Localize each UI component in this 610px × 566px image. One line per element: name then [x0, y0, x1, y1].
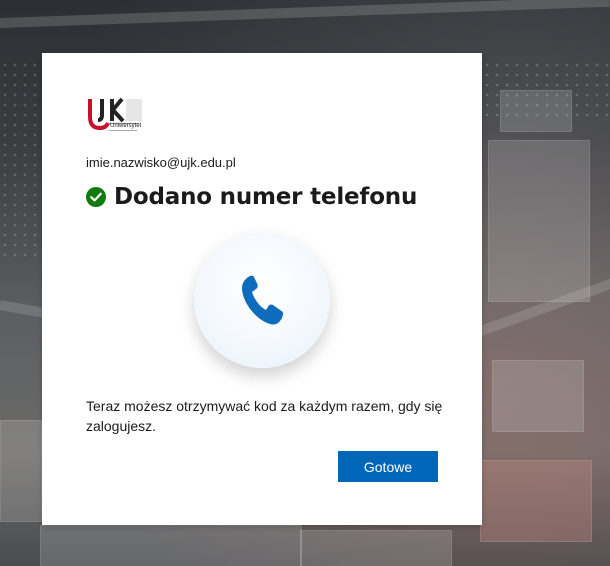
background-texture — [0, 60, 42, 260]
logo-subtitle: Uniwersytet — [110, 123, 142, 129]
background-building — [0, 420, 42, 522]
background-building — [480, 460, 592, 542]
university-logo: Uniwersytet — [86, 95, 144, 133]
background-building — [488, 140, 590, 302]
phone-icon — [242, 275, 284, 325]
background-building — [492, 360, 584, 432]
phone-illustration — [194, 232, 330, 368]
background-building — [40, 525, 302, 566]
account-email: imie.nazwisko@ujk.edu.pl — [86, 155, 236, 170]
check-circle-icon — [86, 187, 106, 207]
page-title: Dodano numer telefonu — [114, 184, 418, 210]
status-header: Dodano numer telefonu — [86, 182, 417, 212]
background-building — [300, 530, 452, 566]
info-message: Teraz możesz otrzymywać kod za każdym ra… — [86, 398, 443, 434]
dialog-card: Uniwersytet imie.nazwisko@ujk.edu.pl Dod… — [42, 53, 482, 525]
background-texture — [482, 60, 610, 120]
background-road — [0, 0, 610, 28]
done-button[interactable]: Gotowe — [338, 451, 438, 482]
